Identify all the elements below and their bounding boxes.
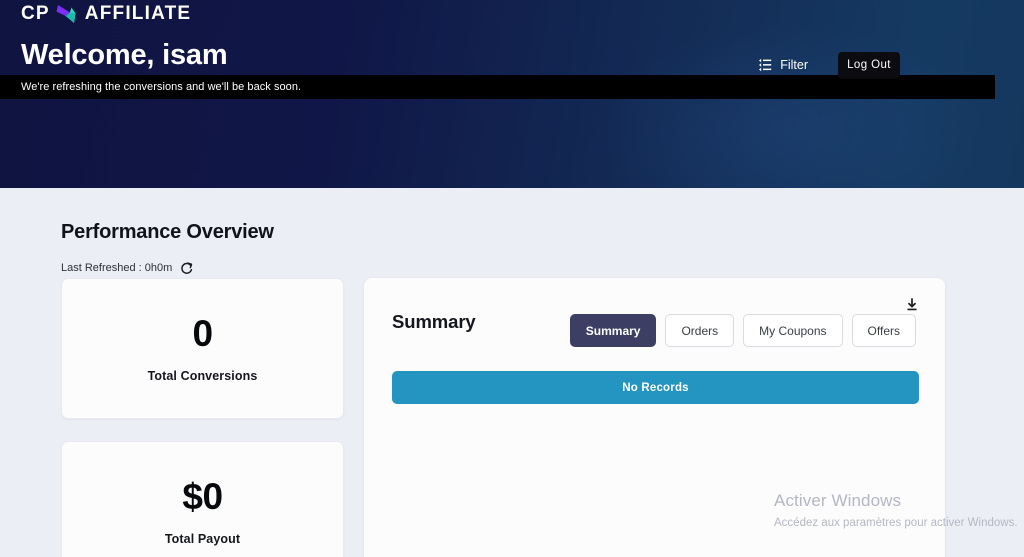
brand-logo[interactable]: CP AFFILIATE xyxy=(21,3,191,25)
maintenance-banner-text: We're refreshing the conversions and we'… xyxy=(21,80,302,93)
filter-button[interactable]: Filter xyxy=(756,54,810,76)
summary-panel: Summary Summary Orders My Coupons Offers… xyxy=(363,277,946,557)
tab-orders[interactable]: Orders xyxy=(665,314,735,347)
filter-label: Filter xyxy=(780,58,808,72)
tab-my-coupons[interactable]: My Coupons xyxy=(743,314,843,347)
arrow-mark-icon xyxy=(54,3,84,25)
stat-value: 0 xyxy=(192,313,213,354)
summary-panel-title: Summary xyxy=(392,311,476,332)
last-refreshed-row: Last Refreshed : 0h0m xyxy=(61,262,193,275)
stat-card-total-conversions: 0 Total Conversions xyxy=(61,278,344,419)
no-records-banner[interactable]: No Records xyxy=(392,371,919,404)
page-title: Performance Overview xyxy=(61,221,274,243)
download-icon[interactable] xyxy=(905,298,919,312)
stat-label: Total Conversions xyxy=(147,369,258,383)
stat-label: Total Payout xyxy=(164,532,241,546)
tab-offers[interactable]: Offers xyxy=(851,314,916,347)
app-root: CP AFFILIATE Welcome, isam We're refresh… xyxy=(0,0,1024,557)
filter-list-icon xyxy=(758,58,772,72)
stat-value: $0 xyxy=(182,476,223,517)
stat-card-total-payout: $0 Total Payout xyxy=(61,441,344,557)
tab-summary[interactable]: Summary xyxy=(569,314,657,347)
logo-text-prefix: CP xyxy=(21,3,50,24)
header-actions: Filter Log Out xyxy=(756,51,1024,79)
welcome-heading: Welcome, isam xyxy=(21,39,228,71)
logout-button[interactable]: Log Out xyxy=(838,51,900,79)
last-refreshed-label: Last Refreshed : 0h0m xyxy=(61,262,173,274)
main-content: Performance Overview Last Refreshed : 0h… xyxy=(0,188,1024,557)
summary-tabs: Summary Orders My Coupons Offers xyxy=(569,314,916,347)
logo-text-suffix: AFFILIATE xyxy=(84,3,192,24)
refresh-icon[interactable] xyxy=(180,262,193,275)
page-header: CP AFFILIATE Welcome, isam We're refresh… xyxy=(0,0,1024,188)
